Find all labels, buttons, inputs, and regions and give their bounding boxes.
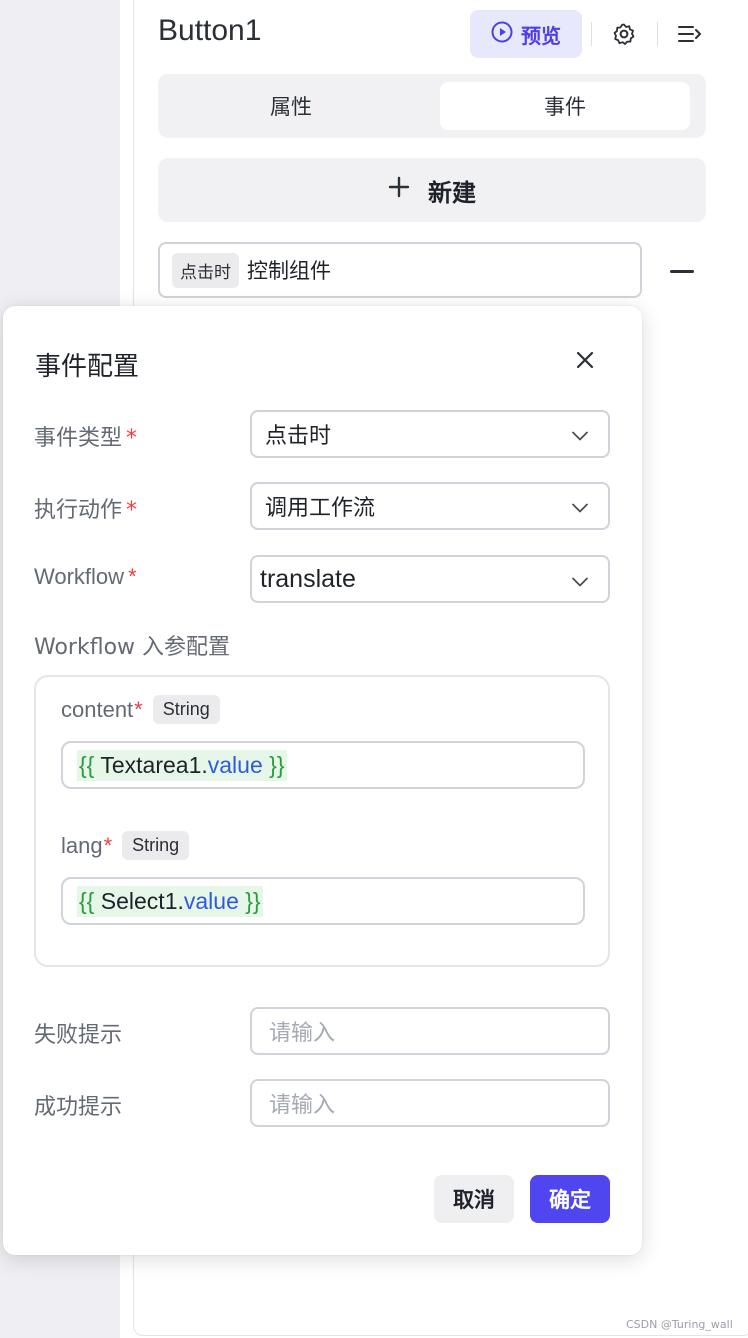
workflow-select[interactable]: translate xyxy=(250,555,610,603)
param-content-label: content * String xyxy=(61,695,220,724)
action-select[interactable]: 调用工作流 xyxy=(250,482,610,530)
confirm-button[interactable]: 确定 xyxy=(530,1175,610,1223)
preview-label: 预览 xyxy=(521,23,561,48)
preview-button[interactable]: 预览 xyxy=(470,10,582,58)
close-icon[interactable] xyxy=(573,348,597,372)
required-mark: * xyxy=(128,564,137,589)
chevron-down-icon xyxy=(572,565,588,594)
event-type-label: 事件类型 * xyxy=(34,426,138,451)
param-type-tag: String xyxy=(122,831,190,860)
play-circle-icon xyxy=(491,21,513,48)
panel-tabs: 属性 事件 xyxy=(158,74,706,138)
header-divider xyxy=(591,22,592,46)
gear-icon[interactable] xyxy=(610,20,638,48)
expression-highlight: {{ Textarea1.value }} xyxy=(77,749,287,781)
header-divider xyxy=(657,22,658,46)
plus-icon xyxy=(388,176,410,204)
expression-highlight: {{ Select1.value }} xyxy=(77,885,263,917)
dialog-title: 事件配置 xyxy=(35,352,140,382)
param-content-input[interactable]: {{ Textarea1.value }} xyxy=(61,741,585,789)
chevron-down-icon xyxy=(572,494,588,519)
collapse-panel-icon[interactable] xyxy=(676,20,704,48)
workflow-params-label: Workflow 入参配置 xyxy=(34,635,231,660)
tab-events[interactable]: 事件 xyxy=(440,82,690,130)
workflow-label: Workflow * xyxy=(34,564,137,589)
workflow-params-box: content * String {{ Textarea1.value }} la… xyxy=(34,675,610,967)
param-type-tag: String xyxy=(152,695,220,724)
required-mark: * xyxy=(126,498,138,523)
event-type-select[interactable]: 点击时 xyxy=(250,410,610,458)
tab-properties[interactable]: 属性 xyxy=(166,82,416,130)
minus-icon[interactable] xyxy=(670,270,694,273)
component-title: Button1 xyxy=(158,14,262,47)
new-event-button[interactable]: 新建 xyxy=(158,158,706,222)
fail-tip-input[interactable]: 请输入 xyxy=(250,1007,610,1055)
event-config-dialog: 事件配置 事件类型 * 点击时 执行动作 * 调用工作流 Workflow * tra… xyxy=(3,306,642,1255)
param-lang-label: lang * String xyxy=(61,831,190,860)
event-trigger-tag: 点击时 xyxy=(172,252,239,288)
required-mark: * xyxy=(126,426,138,451)
action-value: 调用工作流 xyxy=(265,496,376,521)
required-mark: * xyxy=(134,696,143,722)
event-item[interactable]: 点击时 控制组件 xyxy=(158,242,642,298)
watermark: CSDN @Turing_wall xyxy=(626,1318,733,1331)
event-action-text: 控制组件 xyxy=(247,259,331,283)
param-lang-input[interactable]: {{ Select1.value }} xyxy=(61,877,585,925)
cancel-button[interactable]: 取消 xyxy=(434,1175,514,1223)
chevron-down-icon xyxy=(572,422,588,447)
new-event-label: 新建 xyxy=(428,178,476,207)
success-tip-label: 成功提示 xyxy=(34,1095,123,1120)
workflow-value: translate xyxy=(260,564,356,593)
fail-tip-label: 失败提示 xyxy=(34,1023,123,1048)
success-tip-input[interactable]: 请输入 xyxy=(250,1079,610,1127)
event-type-value: 点击时 xyxy=(265,424,332,449)
action-label: 执行动作 * xyxy=(34,498,138,523)
required-mark: * xyxy=(103,832,113,858)
